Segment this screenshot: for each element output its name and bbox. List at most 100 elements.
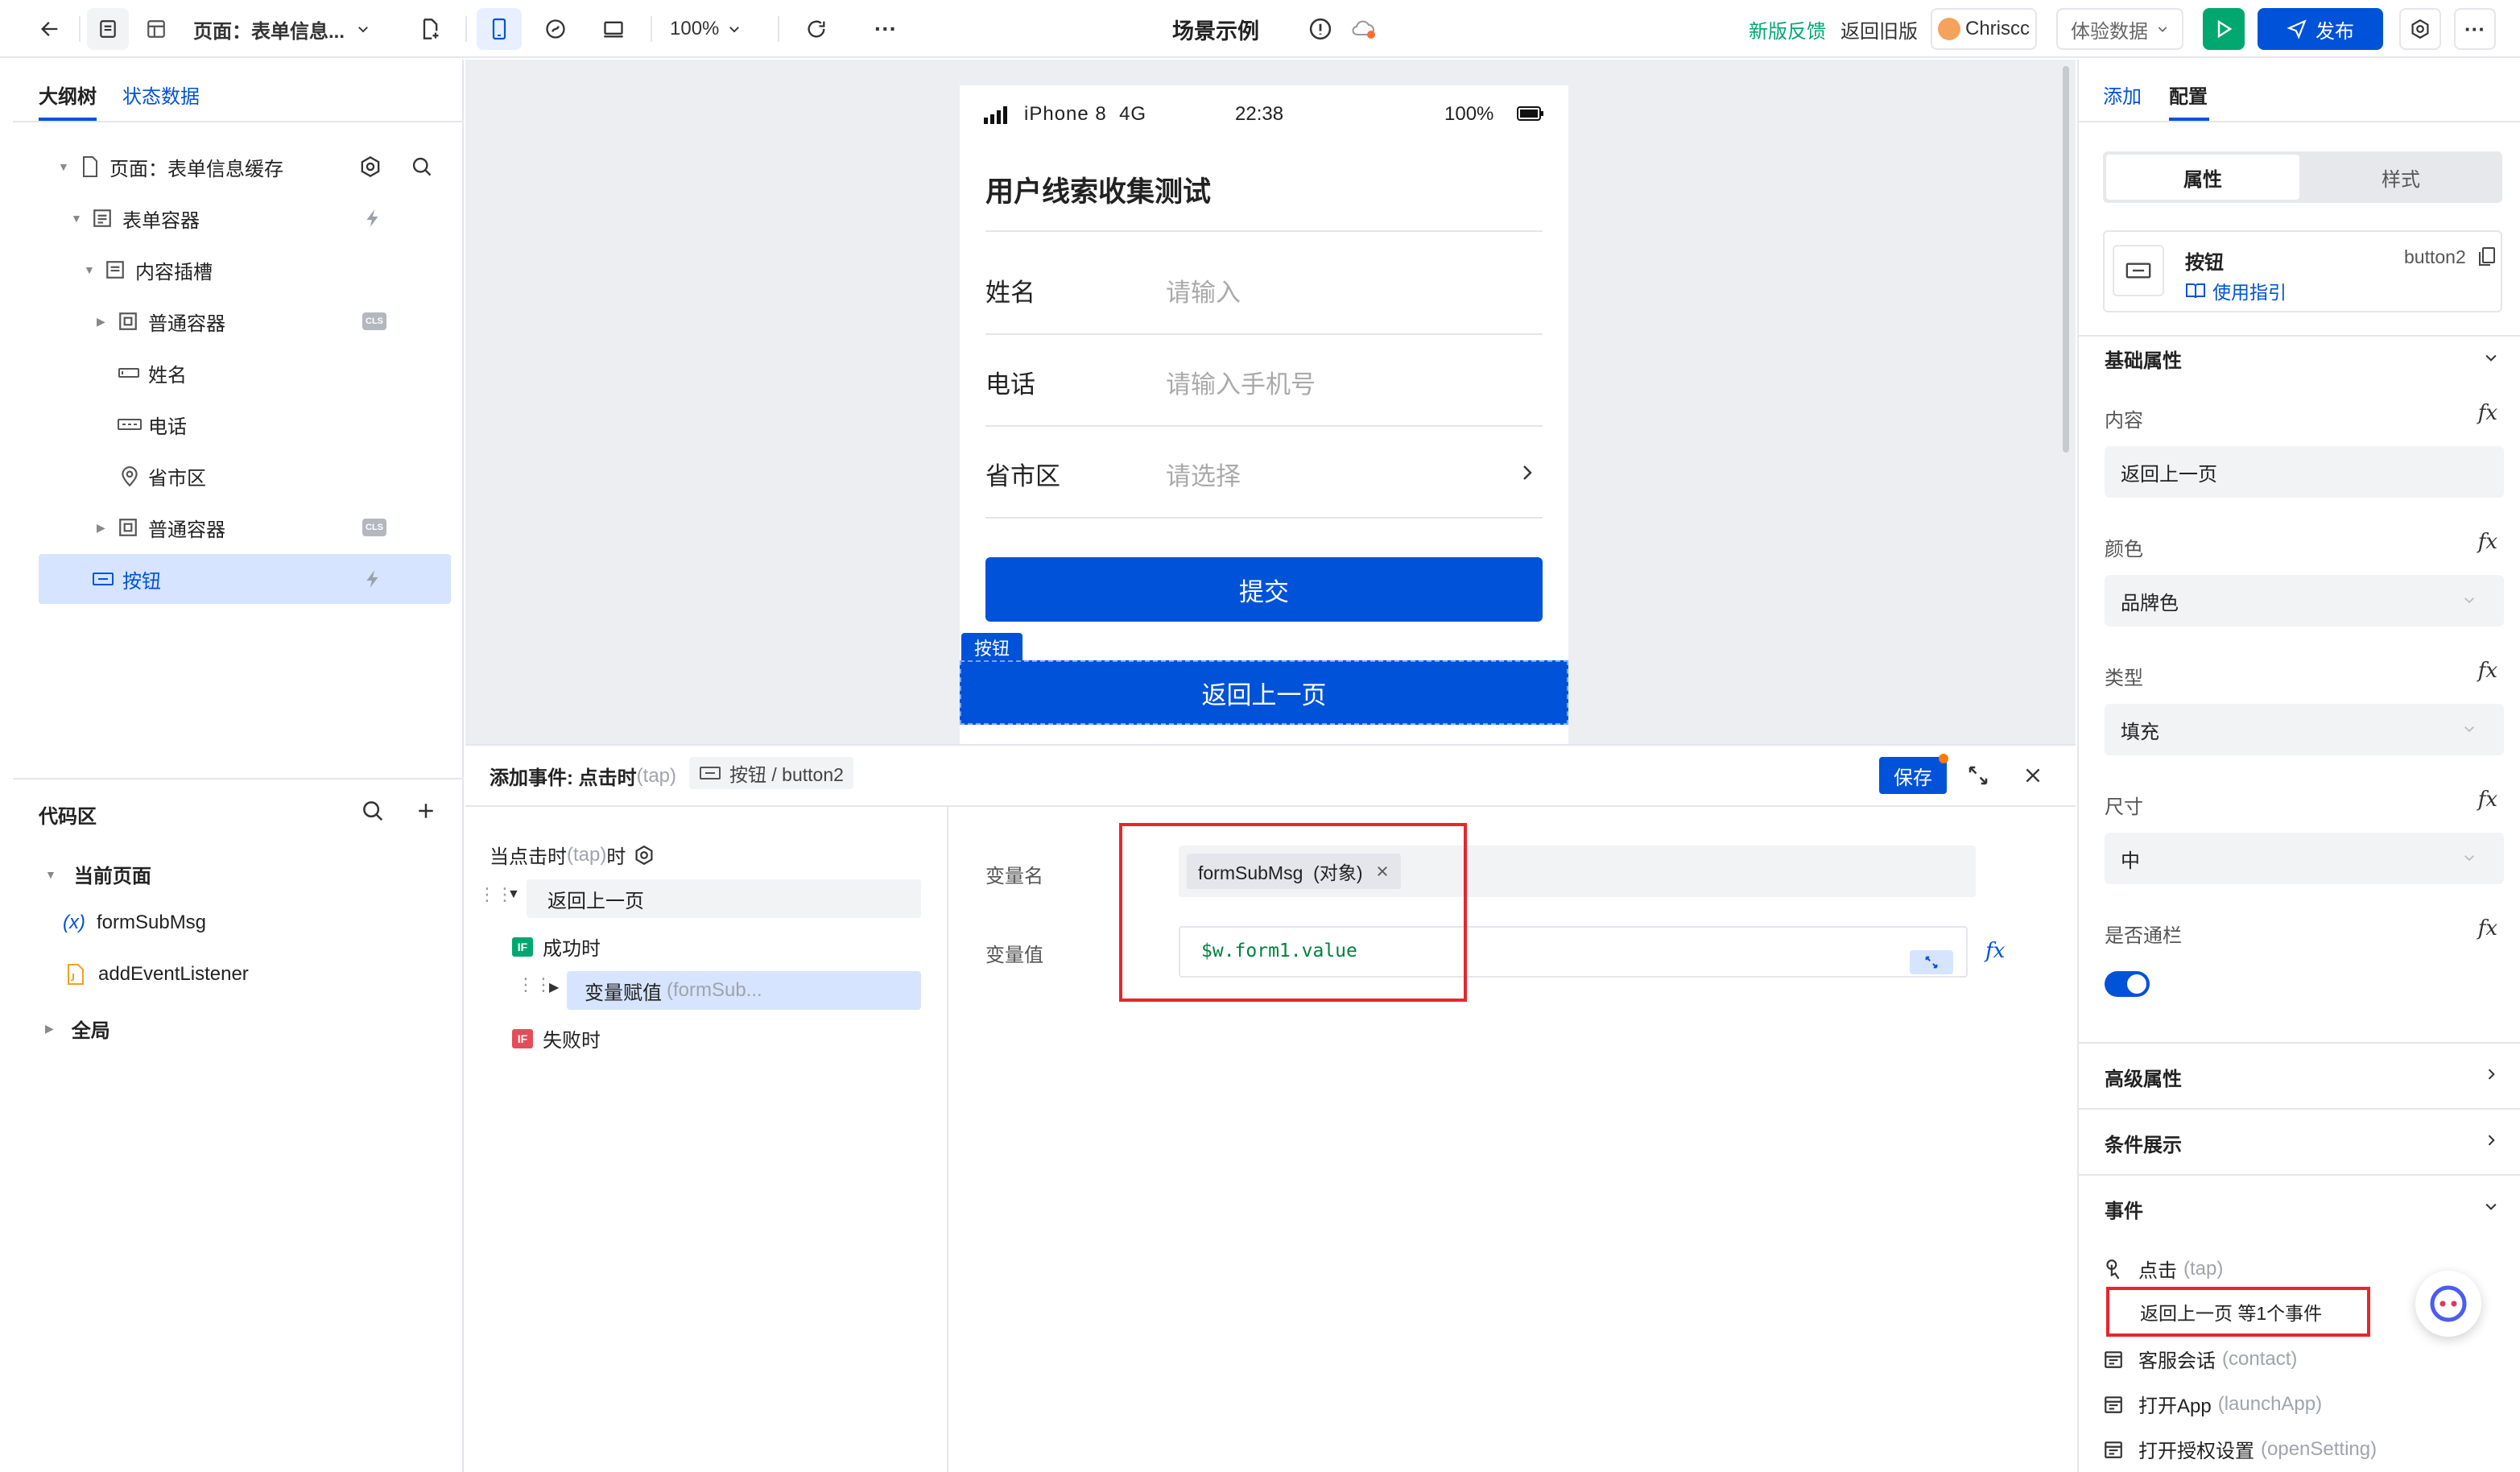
zoom-select[interactable]: 100% [670,8,742,50]
tree-item-container-2[interactable]: ▶ 普通容器 CLS [39,502,451,552]
tree-label: 省市区 [148,467,206,490]
left-panel: 大纲树 状态数据 ▼ 页面：表单信息缓存 ▼ 表单容器 ▼ 内容插槽 ▶ 普通容… [13,60,464,1472]
segment-style[interactable]: 样式 [2304,155,2497,200]
code-current-page[interactable]: ▼ 当前页面 [45,860,151,888]
copy-icon[interactable] [2478,246,2496,267]
page-settings-icon[interactable] [359,155,382,178]
tree-item-button-selected[interactable]: 按钮 [39,554,451,604]
more-menu-icon[interactable]: ··· [2454,8,2496,50]
code-var-formsubmsg[interactable]: (x) formSubMsg [63,912,206,934]
tab-state-data[interactable]: 状态数据 [122,81,200,109]
tree-label: 表单容器 [122,209,200,232]
fx-icon[interactable]: fx [2478,401,2497,425]
events-title[interactable]: 事件 [2105,1195,2143,1223]
chevron-right-icon[interactable] [2483,1066,2499,1082]
cloud-sync-icon[interactable] [1346,8,1382,50]
search-icon[interactable] [411,155,433,178]
preview-button[interactable] [2203,8,2245,50]
user-menu[interactable]: Chriscc [1931,8,2037,50]
event-open-setting[interactable]: 打开授权设置 (openSetting) [2103,1435,2377,1463]
code-search-icon[interactable] [361,799,385,823]
chevron-down-icon [2464,597,2474,604]
toggle-knob [2127,974,2146,994]
chevron-down-icon[interactable] [2483,349,2499,366]
tap-icon [2106,1259,2120,1279]
save-event-button[interactable]: 保存 [1879,757,1947,794]
condition-title[interactable]: 条件展示 [2105,1129,2182,1157]
data-select[interactable]: 体验数据 [2056,8,2183,50]
block-toggle[interactable] [2105,971,2150,997]
fx-icon[interactable]: fx [2478,788,2497,812]
settings-icon[interactable] [2399,8,2441,50]
refresh-icon[interactable] [795,8,837,50]
fx-icon[interactable]: fx [2478,659,2497,683]
code-listener[interactable]: addEventListener [66,963,249,986]
tap-event-summary[interactable]: 返回上一页 等1个事件 [2106,1287,2370,1337]
tab-outline[interactable]: 大纲树 [39,81,97,109]
selected-component-tag: 按钮 [961,633,1022,662]
canvas-scrollbar[interactable] [2063,66,2069,453]
new-page-icon[interactable] [409,8,451,50]
basic-props-title[interactable]: 基础属性 [2105,345,2182,373]
tree-item-region-picker[interactable]: 省市区 [39,451,451,501]
page-select[interactable]: 页面：表单信息... [193,8,370,50]
fx-icon[interactable]: fx [1985,939,2005,963]
advanced-props-title[interactable]: 高级属性 [2105,1063,2182,1091]
fx-icon[interactable]: fx [2478,530,2497,554]
tree-item-content-slot[interactable]: ▼ 内容插槽 [39,245,451,295]
region-picker[interactable]: 请选择 [1166,456,1241,492]
caret-down-icon[interactable]: ▼ [507,887,520,902]
event-editor-panel: 添加事件: 点击时 (tap) 按钮 / button2 保存 当点击时 (tap)… [465,744,2076,1472]
success-branch: IF 成功时 [512,932,601,961]
event-contact[interactable]: 客服会话 (contact) [2103,1345,2297,1373]
prop-content-input[interactable]: 返回上一页 [2105,446,2504,498]
trigger-settings-icon[interactable] [634,845,655,866]
info-icon[interactable] [1304,8,1336,50]
feedback-link[interactable]: 新版反馈 [1749,8,1826,50]
chevron-down-icon[interactable] [2483,1198,2499,1214]
action-assign-variable[interactable]: 变量赋值 (formSub... [567,971,921,1010]
expand-editor-icon[interactable] [1910,950,1953,974]
event-launch-app[interactable]: 打开App (launchApp) [2103,1390,2322,1418]
drag-handle-icon[interactable]: ⋮⋮ [517,974,552,995]
event-tap[interactable]: 点击 (tap) [2103,1255,2223,1283]
add-code-icon[interactable] [414,799,438,823]
tree-item-form-container[interactable]: ▼ 表单容器 [39,193,451,243]
phone-input[interactable]: 请输入手机号 [1166,364,1316,400]
tree-item-phone-input[interactable]: 电话 [39,399,451,449]
tree-item-page[interactable]: ▼ 页面：表单信息缓存 [39,142,451,192]
chevron-right-icon[interactable] [2483,1132,2499,1148]
usage-guide-link[interactable]: 使用指引 [2185,277,2287,304]
code-global[interactable]: ▶ 全局 [45,1015,110,1043]
desktop-view-icon[interactable] [593,8,634,50]
prop-size-select[interactable]: 中 [2105,833,2504,884]
tree-item-name-input[interactable]: 姓名 [39,348,451,398]
layout-icon[interactable] [135,8,177,50]
tab-add[interactable]: 添加 [2103,81,2142,109]
back-old-version-link[interactable]: 返回旧版 [1840,8,1918,50]
code-area-title: 代码区 [39,806,97,828]
right-panel: 添加 配置 属性 样式 按钮 使用指引 button2 基础属性 内容 fx 返… [2077,60,2520,1472]
more-icon[interactable]: ··· [865,8,907,50]
name-input[interactable]: 请输入 [1166,272,1241,308]
back-arrow-icon[interactable] [29,8,71,50]
ai-assistant-button[interactable] [2415,1271,2481,1337]
button-icon [700,767,721,779]
miniprogram-view-icon[interactable] [535,8,576,50]
mobile-view-icon[interactable] [477,8,522,50]
submit-button[interactable]: 提交 [985,557,1543,622]
cls-badge: CLS [362,519,386,536]
page-list-icon[interactable] [87,8,129,50]
segment-props[interactable]: 属性 [2106,155,2299,200]
prop-type-select[interactable]: 填充 [2105,704,2504,755]
close-icon[interactable] [2022,765,2043,786]
tree-item-container-1[interactable]: ▶ 普通容器 CLS [39,296,451,346]
publish-button[interactable]: 发布 [2258,8,2383,50]
prop-color-select[interactable]: 品牌色 [2105,575,2504,626]
fx-icon[interactable]: fx [2478,916,2497,941]
expand-icon[interactable] [1966,763,1990,788]
caret-right-icon[interactable]: ▶ [549,979,559,995]
back-button-selected[interactable]: 返回上一页 [960,660,1568,725]
action-back-page[interactable]: 返回上一页 [527,879,921,918]
tab-config[interactable]: 配置 [2169,81,2208,109]
